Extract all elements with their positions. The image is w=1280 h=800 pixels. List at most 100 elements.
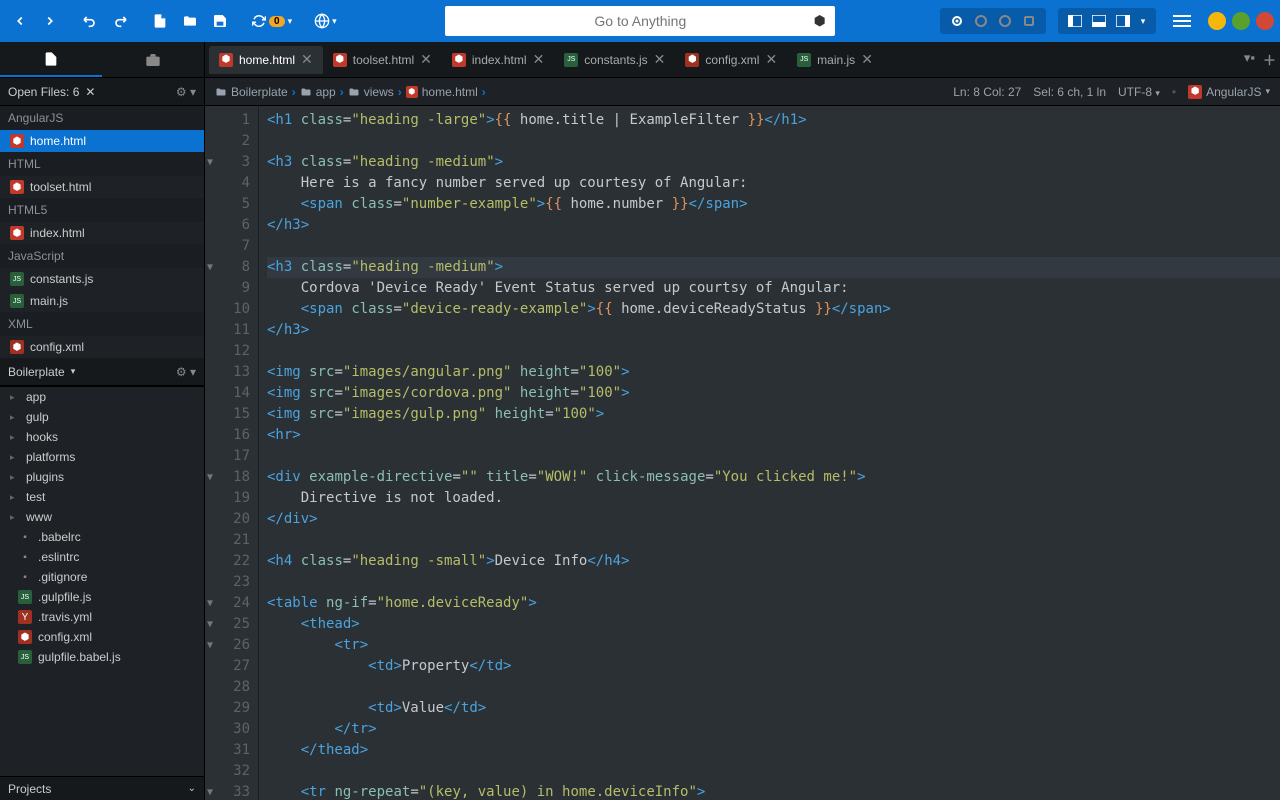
new-file-button[interactable] [146,7,174,35]
file-.babelrc[interactable]: ▪.babelrc [0,527,204,547]
file-.gitignore[interactable]: ▪.gitignore [0,567,204,587]
save-macro-button[interactable] [1018,10,1040,32]
code-line[interactable] [267,572,1280,593]
close-window-button[interactable] [1256,12,1274,30]
open-file-button[interactable] [176,7,204,35]
menu-button[interactable] [1168,7,1196,35]
layout-dropdown[interactable]: ▾ [1136,10,1150,32]
fold-icon[interactable]: ▼ [207,593,213,614]
back-button[interactable] [6,7,34,35]
minimize-button[interactable] [1208,12,1226,30]
file-item-index.html[interactable]: ⬢index.html [0,222,204,244]
code-editor[interactable]: 12▼34567▼891011121314151617▼181920212223… [205,106,1280,800]
close-tab-icon[interactable]: ✕ [533,51,545,68]
fold-icon[interactable]: ▼ [207,467,213,488]
sidebar-tab-files[interactable] [0,42,102,77]
stop-macro-button[interactable] [970,10,992,32]
close-tab-icon[interactable]: ✕ [301,51,313,68]
browser-preview-button[interactable]: ▾ [310,7,341,35]
code-line[interactable]: </thead> [267,740,1280,761]
code-line[interactable]: </h3> [267,320,1280,341]
code-line[interactable]: <h3 class="heading -medium"> [267,257,1280,278]
tab-main.js[interactable]: JSmain.js✕ [787,46,883,74]
forward-button[interactable] [36,7,64,35]
projects-footer[interactable]: Projects ⌄ [0,776,204,800]
file-.travis.yml[interactable]: Y.travis.yml [0,607,204,627]
undo-button[interactable] [76,7,104,35]
file-item-constants.js[interactable]: JSconstants.js [0,268,204,290]
code-line[interactable]: <h3 class="heading -medium"> [267,152,1280,173]
goto-anything-search[interactable]: ⬢ [445,6,835,36]
code-line[interactable] [267,341,1280,362]
close-tab-icon[interactable]: ✕ [861,51,873,68]
code-line[interactable]: <table ng-if="home.deviceReady"> [267,593,1280,614]
file-.gulpfile.js[interactable]: JS.gulpfile.js [0,587,204,607]
close-icon[interactable]: ✕ [85,85,95,99]
file-item-toolset.html[interactable]: ⬢toolset.html [0,176,204,198]
folder-gulp[interactable]: ▸gulp [0,407,204,427]
breadcrumb-home.html[interactable]: ⬢home.html [406,85,478,99]
folder-platforms[interactable]: ▸platforms [0,447,204,467]
code-line[interactable]: <thead> [267,614,1280,635]
chevron-down-icon[interactable]: ⌄ [188,783,196,794]
file-item-main.js[interactable]: JSmain.js [0,290,204,312]
file-item-config.xml[interactable]: ⬢config.xml [0,336,204,358]
sidebar-tab-tools[interactable] [102,42,204,77]
fold-icon[interactable]: ▼ [207,614,213,635]
fold-icon[interactable]: ▼ [207,635,213,656]
code-line[interactable]: <tr ng-repeat="(key, value) in home.devi… [267,782,1280,800]
code-line[interactable]: <img src="images/cordova.png" height="10… [267,383,1280,404]
code-line[interactable] [267,530,1280,551]
fold-icon[interactable]: ▼ [207,152,213,173]
record-macro-button[interactable] [946,10,968,32]
code-line[interactable]: <h1 class="heading -large">{{ home.title… [267,110,1280,131]
folder-hooks[interactable]: ▸hooks [0,427,204,447]
code-line[interactable]: <h4 class="heading -small">Device Info</… [267,551,1280,572]
close-tab-icon[interactable]: ✕ [765,51,777,68]
folder-plugins[interactable]: ▸plugins [0,467,204,487]
tab-list-button[interactable]: ▾▪ [1244,50,1255,69]
code-line[interactable]: </h3> [267,215,1280,236]
code-line[interactable] [267,236,1280,257]
syntax-selector[interactable]: ⬢ AngularJS ▾ [1188,85,1270,99]
code-line[interactable]: </tr> [267,719,1280,740]
play-macro-button[interactable] [994,10,1016,32]
file-gulpfile.babel.js[interactable]: JSgulpfile.babel.js [0,647,204,667]
fold-icon[interactable]: ▼ [207,257,213,278]
fold-icon[interactable]: ▼ [207,782,213,800]
file-item-home.html[interactable]: ⬢home.html [0,130,204,152]
code-line[interactable]: <img src="images/gulp.png" height="100"> [267,404,1280,425]
new-tab-button[interactable]: ＋ [1263,50,1276,69]
redo-button[interactable] [106,7,134,35]
code-line[interactable]: <hr> [267,425,1280,446]
code-line[interactable] [267,761,1280,782]
code-line[interactable]: <tr> [267,635,1280,656]
code-line[interactable]: Here is a fancy number served up courtes… [267,173,1280,194]
code-line[interactable]: <td>Property</td> [267,656,1280,677]
code-line[interactable]: Cordova 'Device Ready' Event Status serv… [267,278,1280,299]
code-line[interactable]: <div example-directive="" title="WOW!" c… [267,467,1280,488]
code-line[interactable]: <span class="number-example">{{ home.num… [267,194,1280,215]
sync-button[interactable]: 0 ▾ [246,7,298,35]
code-line[interactable]: <span class="device-ready-example">{{ ho… [267,299,1280,320]
code-line[interactable]: </div> [267,509,1280,530]
breadcrumb-Boilerplate[interactable]: Boilerplate [215,85,288,99]
breadcrumb-app[interactable]: app [300,85,336,99]
code-line[interactable]: <img src="images/angular.png" height="10… [267,362,1280,383]
layout-right-button[interactable] [1112,10,1134,32]
layout-bottom-button[interactable] [1088,10,1110,32]
tab-constants.js[interactable]: JSconstants.js✕ [554,46,675,74]
close-tab-icon[interactable]: ✕ [654,51,666,68]
code-line[interactable] [267,677,1280,698]
code-line[interactable] [267,446,1280,467]
gear-icon[interactable]: ⚙ ▾ [176,85,196,99]
tab-home.html[interactable]: ⬢home.html✕ [209,46,323,74]
file-config.xml[interactable]: ⬢config.xml [0,627,204,647]
folder-app[interactable]: ▸app [0,387,204,407]
code-line[interactable] [267,131,1280,152]
close-tab-icon[interactable]: ✕ [420,51,432,68]
breadcrumb-views[interactable]: views [348,85,394,99]
save-button[interactable] [206,7,234,35]
tab-config.xml[interactable]: ⬢config.xml✕ [675,46,787,74]
tab-toolset.html[interactable]: ⬢toolset.html✕ [323,46,442,74]
